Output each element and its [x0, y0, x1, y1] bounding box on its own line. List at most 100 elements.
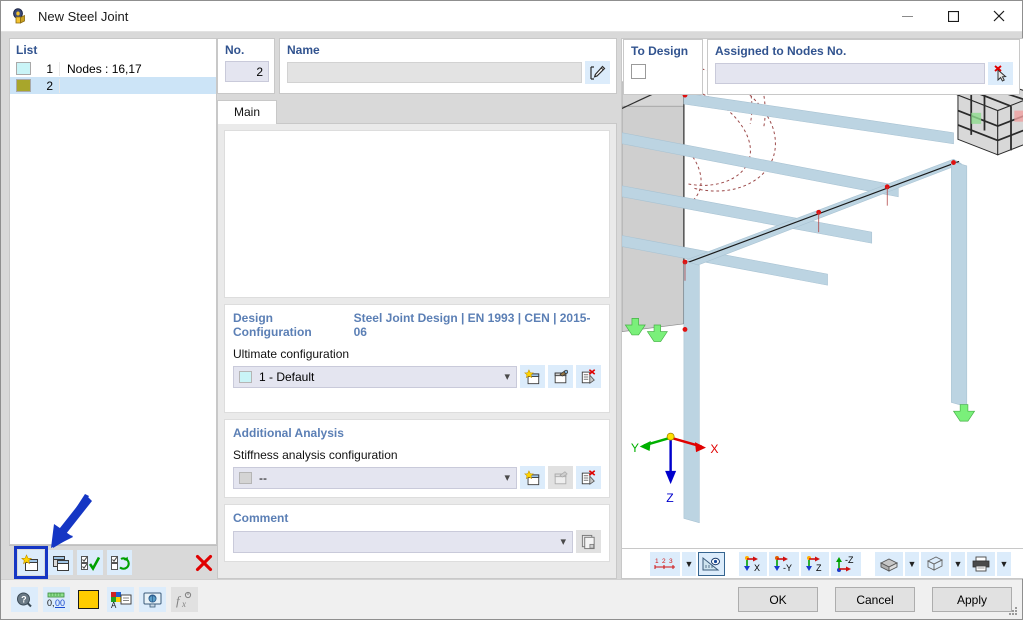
chevron-down-icon[interactable]: ▼ [997, 552, 1011, 576]
chevron-down-icon[interactable]: ▼ [905, 552, 919, 576]
view-x-button[interactable]: X [739, 552, 767, 576]
comment-group: Comment ▾ [224, 504, 610, 562]
viewport-toolbar: 1 2 3 ▼ [621, 549, 1023, 579]
to-design-label: To Design [631, 44, 696, 58]
color-button[interactable] [75, 587, 102, 612]
formula-button: f x [171, 587, 198, 612]
view-z-button[interactable]: Z [801, 552, 829, 576]
svg-text:X: X [754, 563, 760, 573]
new-stiffness-config-button[interactable] [520, 466, 545, 489]
design-standard-label: Steel Joint Design | EN 1993 | CEN | 201… [354, 311, 601, 339]
invert-check-button[interactable] [107, 550, 133, 575]
no-input[interactable]: 2 [225, 61, 269, 82]
delete-joint-button[interactable] [191, 550, 217, 575]
resize-grip[interactable] [1007, 605, 1019, 617]
viewport-panel: X Y Z 1 [617, 32, 1023, 579]
model-viewport[interactable]: X Y Z [621, 38, 1023, 549]
wireframe-mode-button[interactable] [921, 552, 949, 576]
to-design-checkbox[interactable] [631, 64, 646, 79]
yellow-color-swatch-icon [78, 590, 99, 609]
tab-main[interactable]: Main [217, 100, 277, 124]
help-button[interactable]: ? [11, 587, 38, 612]
edit-stiffness-config-button [548, 466, 573, 489]
comment-title: Comment [233, 511, 288, 525]
numbering-button[interactable]: 1 2 3 [650, 552, 680, 576]
to-design-box: To Design [623, 39, 703, 95]
maximize-button[interactable] [930, 1, 976, 32]
title-bar: New Steel Joint [1, 1, 1022, 32]
design-configuration-group: Design Configuration Steel Joint Design … [224, 304, 610, 413]
ultimate-configuration-label: Ultimate configuration [233, 347, 601, 361]
print-button[interactable] [967, 552, 995, 576]
apply-button[interactable]: Apply [932, 587, 1012, 612]
svg-text:1: 1 [655, 558, 659, 565]
dialog-footer: ? 0, 00 [1, 579, 1022, 619]
new-configuration-button[interactable] [520, 365, 545, 388]
svg-text:0,: 0, [47, 598, 55, 608]
steel-joint-icon [11, 7, 29, 25]
chevron-down-icon[interactable]: ▼ [951, 552, 965, 576]
chevron-down-icon[interactable]: ▼ [682, 552, 696, 576]
list-rows: 1 Nodes : 16,17 2 [10, 60, 216, 544]
svg-text:x: x [181, 599, 186, 609]
window-title: New Steel Joint [38, 9, 884, 24]
svg-text:?: ? [21, 594, 27, 604]
list-header: List [10, 39, 216, 60]
chevron-down-icon: ▾ [504, 370, 512, 383]
name-field-box: Name [279, 38, 617, 94]
list-item[interactable]: 1 Nodes : 16,17 [10, 60, 216, 77]
additional-analysis-group: Additional Analysis Stiffness analysis c… [224, 419, 610, 498]
tab-strip: Main [217, 100, 617, 124]
stiffness-configuration-select[interactable]: -- ▾ [233, 467, 517, 489]
pencil-edit-icon[interactable] [585, 61, 610, 84]
new-joint-button[interactable] [18, 550, 44, 575]
view-negy-button[interactable]: -Y [769, 552, 799, 576]
svg-text:X: X [710, 442, 718, 456]
copy-joint-button[interactable] [48, 550, 74, 575]
svg-text:2: 2 [662, 558, 666, 565]
minimize-button[interactable] [884, 1, 930, 32]
design-configuration-title: Design Configuration [233, 311, 354, 339]
cancel-button[interactable]: Cancel [835, 587, 915, 612]
ultimate-configuration-select[interactable]: 1 - Default ▾ [233, 366, 517, 388]
new-steel-joint-dialog: New Steel Joint List [0, 0, 1023, 620]
svg-text:A: A [111, 601, 117, 609]
delete-configuration-button[interactable] [576, 365, 601, 388]
svg-text:-Z: -Z [845, 555, 854, 565]
view-settings-button[interactable] [139, 587, 166, 612]
measure-view-button[interactable] [698, 552, 725, 576]
joint-list[interactable]: List 1 Nodes : 16,17 2 [9, 38, 217, 545]
header-right-fields: To Design Assigned to Nodes No. [623, 39, 1020, 95]
units-button[interactable]: 0, 00 [43, 587, 70, 612]
stiffness-analysis-label: Stiffness analysis configuration [233, 448, 601, 462]
close-button[interactable] [976, 1, 1022, 32]
ultimate-config-swatch [239, 371, 252, 383]
content-row: List 1 Nodes : 16,17 2 [1, 32, 1022, 579]
no-label: No. [225, 43, 268, 57]
comment-input[interactable]: ▾ [233, 531, 573, 553]
name-input[interactable] [287, 62, 582, 83]
window-controls [884, 1, 1022, 32]
ok-button[interactable]: OK [738, 587, 818, 612]
display-properties-button[interactable]: A [107, 587, 134, 612]
delete-stiffness-config-button[interactable] [576, 466, 601, 489]
chevron-down-icon: ▾ [504, 471, 512, 484]
assigned-nodes-input[interactable] [715, 63, 985, 84]
copy-pages-icon[interactable] [576, 530, 601, 553]
svg-text:Y: Y [631, 441, 639, 455]
edit-configuration-button[interactable] [548, 365, 573, 388]
name-label: Name [287, 43, 610, 57]
list-panel: List 1 Nodes : 16,17 2 [1, 32, 217, 579]
check-all-button[interactable] [77, 550, 103, 575]
chevron-down-icon: ▾ [560, 535, 568, 548]
joint-preview-area [224, 130, 610, 298]
stiffness-config-value: -- [259, 471, 504, 485]
view-negz-button[interactable]: -Z [831, 552, 861, 576]
pick-cursor-x-icon[interactable] [988, 62, 1013, 85]
render-mode-button[interactable] [875, 552, 903, 576]
row-color-swatch [16, 79, 31, 92]
assigned-nodes-box: Assigned to Nodes No. [707, 39, 1020, 95]
list-item[interactable]: 2 [10, 77, 216, 94]
assigned-nodes-label: Assigned to Nodes No. [715, 44, 1013, 58]
list-toolbar [9, 545, 217, 579]
